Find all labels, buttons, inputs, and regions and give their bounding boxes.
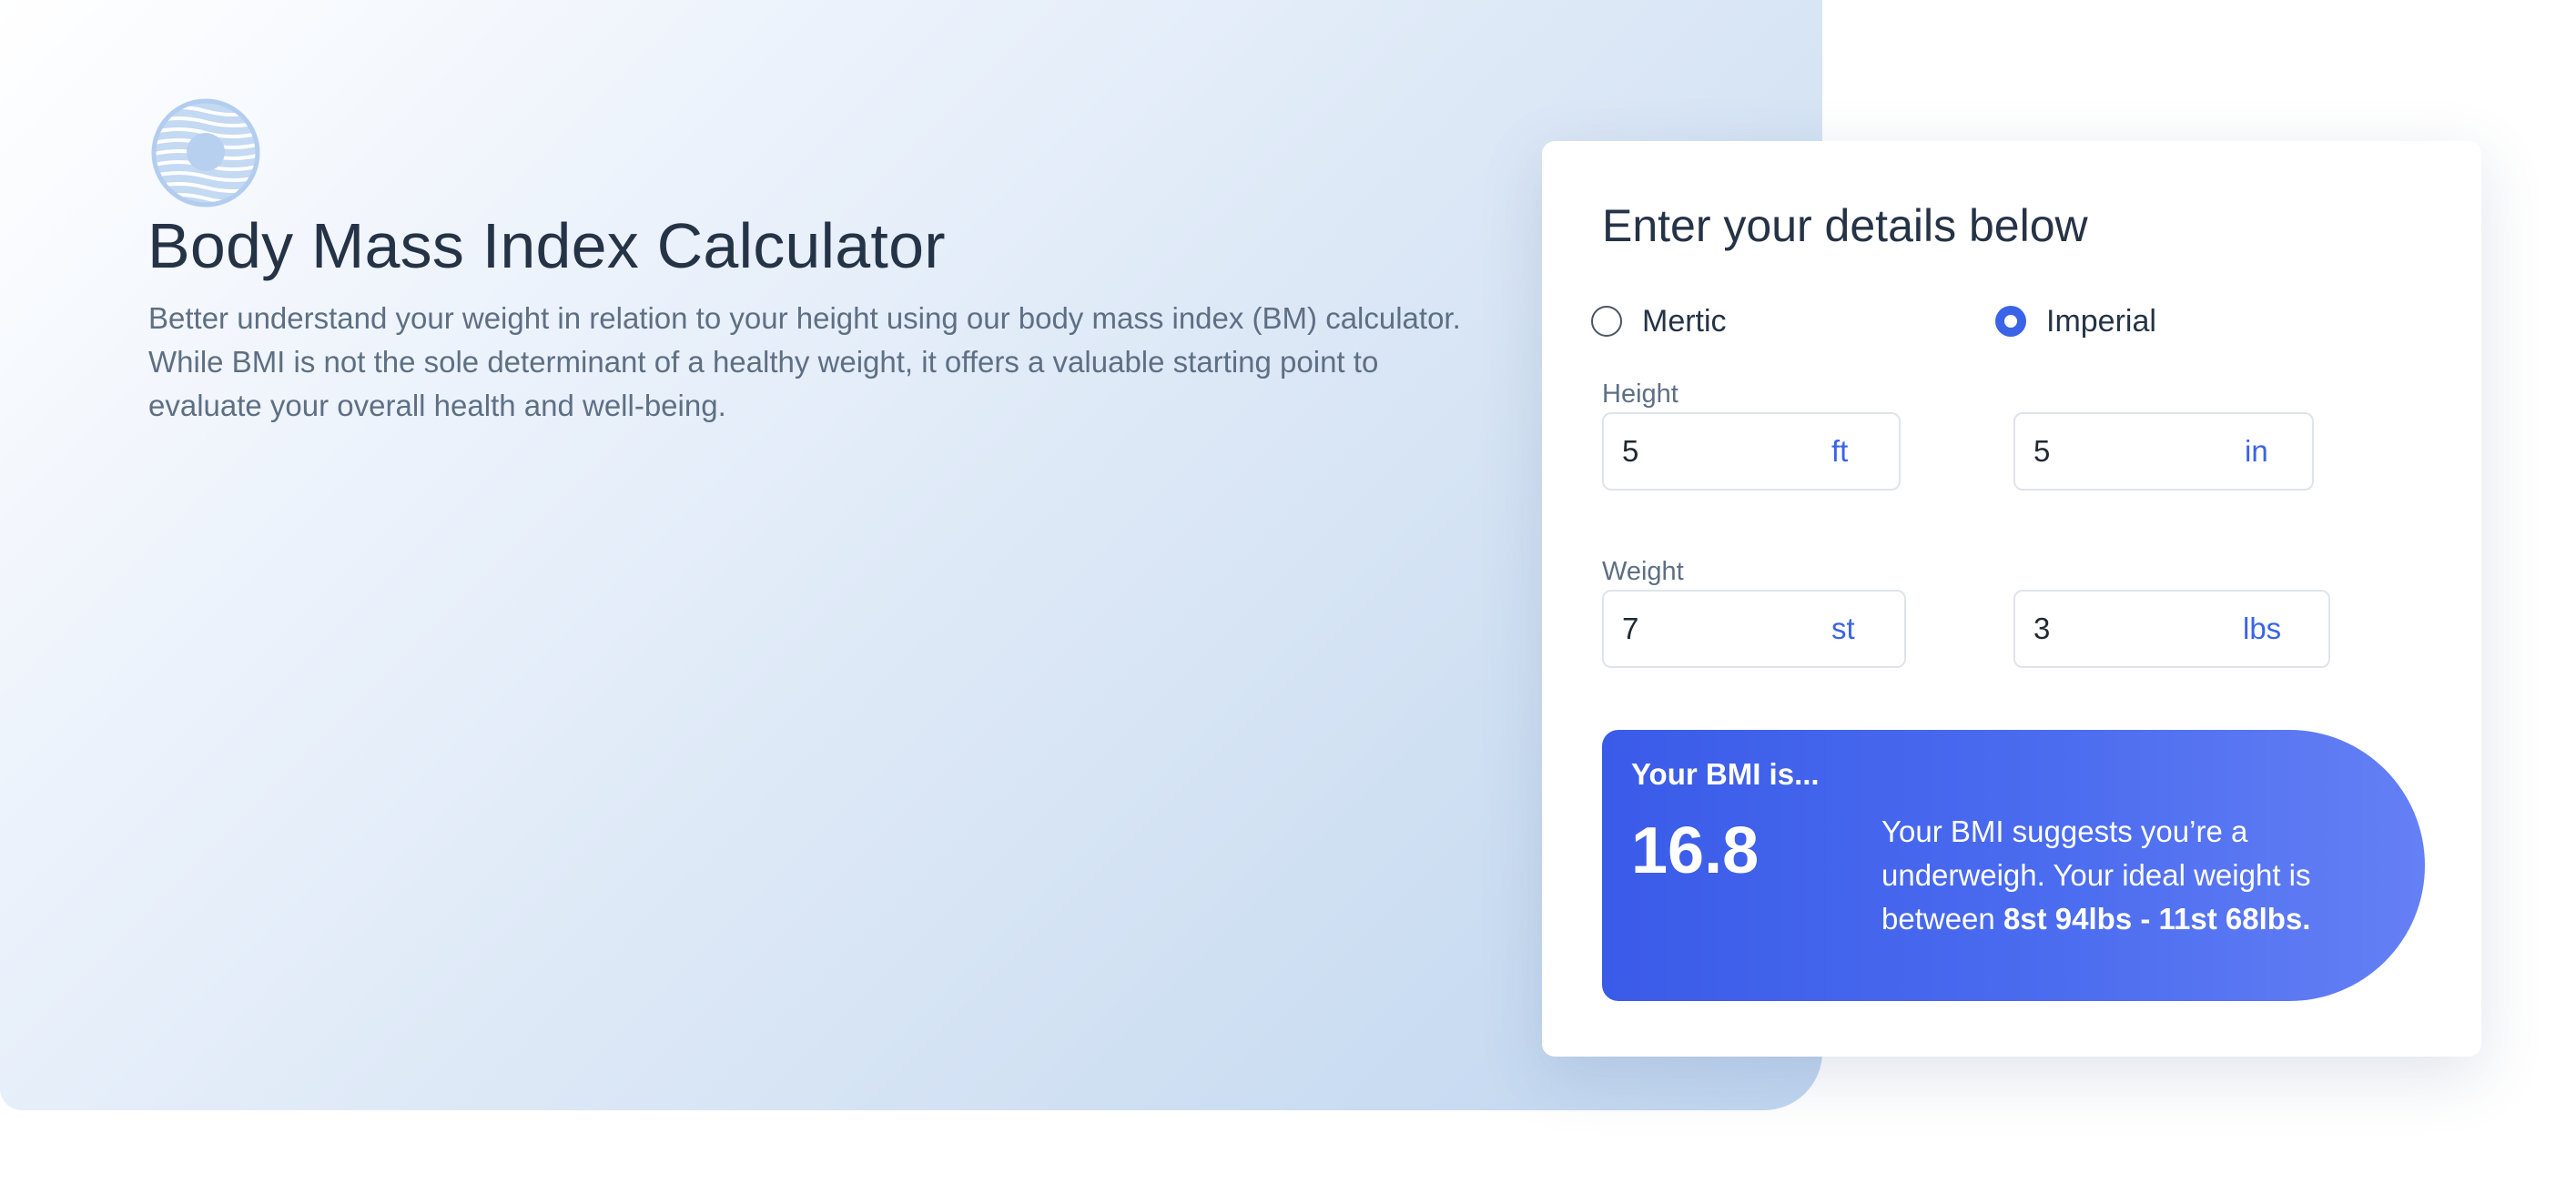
weight-pounds-field[interactable]: lbs <box>2013 590 2330 668</box>
metric-radio-button[interactable] <box>1591 306 1622 337</box>
weight-label: Weight <box>1602 557 1684 586</box>
intro-text: Better understand your weight in relatio… <box>148 301 1461 422</box>
bmi-result-panel: Your BMI is... 16.8 Your BMI suggests yo… <box>1602 730 2425 1001</box>
stone-unit-label: st <box>1831 612 1855 645</box>
imperial-radio-option[interactable]: Imperial <box>1995 298 2156 344</box>
page-title: Body Mass Index Calculator <box>147 210 946 281</box>
metric-radio-label[interactable]: Mertic <box>1642 304 1727 339</box>
bmi-value: 16.8 <box>1631 815 1760 887</box>
calculator-card: Enter your details below Mertic Imperial… <box>1542 141 2481 1057</box>
metric-radio-option[interactable]: Mertic <box>1591 298 1727 344</box>
weight-stone-field[interactable]: st <box>1602 590 1906 668</box>
bmi-result-heading: Your BMI is... <box>1631 757 1820 791</box>
pounds-unit-label: lbs <box>2243 612 2282 645</box>
height-inches-input[interactable] <box>2033 414 2188 489</box>
imperial-radio-button[interactable] <box>1995 306 2026 337</box>
bmi-result-description: Your BMI suggests you’re a underweigh. Y… <box>1881 810 2391 941</box>
height-feet-field[interactable]: ft <box>1602 412 1901 491</box>
imperial-radio-label[interactable]: Imperial <box>2046 304 2156 339</box>
weight-stone-input[interactable] <box>1622 592 1777 666</box>
striped-circle-logo-icon <box>151 98 260 207</box>
inches-unit-label: in <box>2245 434 2268 468</box>
height-label: Height <box>1602 379 1678 409</box>
form-title: Enter your details below <box>1602 200 2088 251</box>
feet-unit-label: ft <box>1831 434 1849 468</box>
height-feet-input[interactable] <box>1622 414 1777 489</box>
weight-pounds-input[interactable] <box>2033 592 2188 666</box>
ideal-weight-range: 8st 94lbs - 11st 68lbs. <box>2003 902 2311 936</box>
height-inches-field[interactable]: in <box>2013 412 2314 491</box>
